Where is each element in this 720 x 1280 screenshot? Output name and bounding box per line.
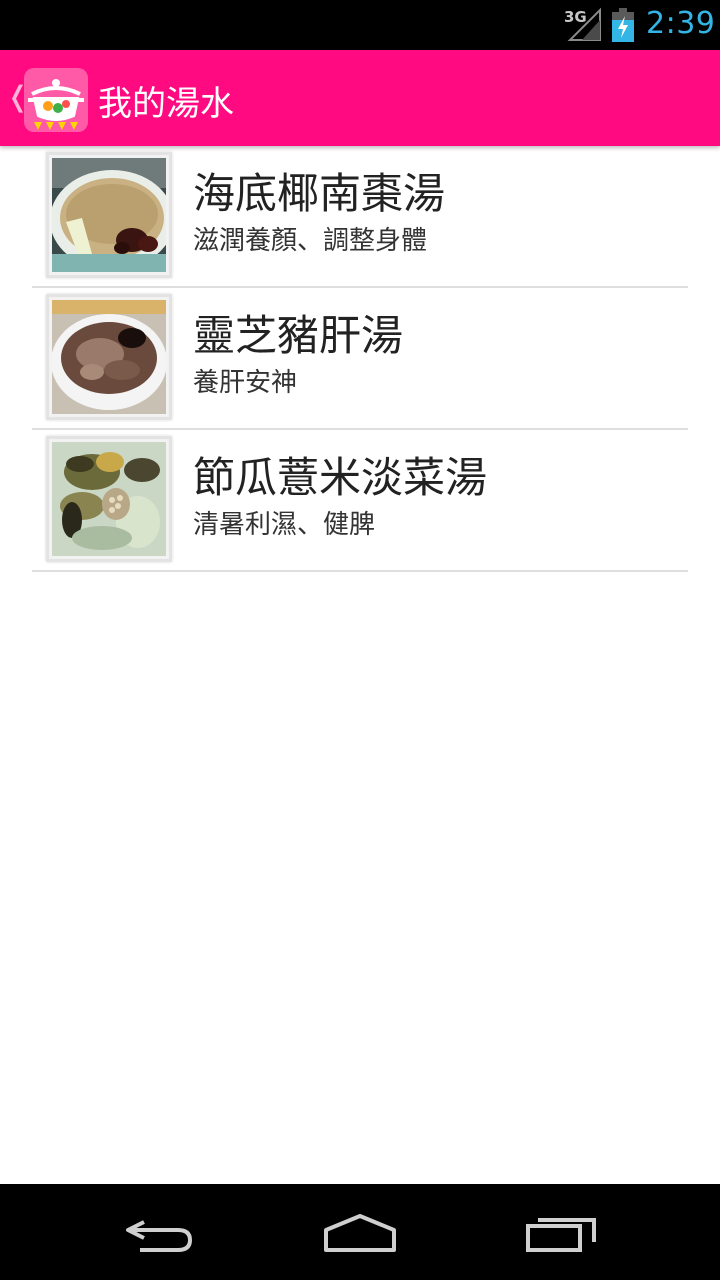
soup-photo bbox=[52, 442, 166, 556]
soup-description: 清暑利濕、健脾 bbox=[193, 510, 376, 540]
soup-description: 滋潤養顏、調整身體 bbox=[193, 226, 428, 256]
action-bar: ❬ 我的湯水 bbox=[0, 50, 720, 146]
thumbnail-frame bbox=[46, 294, 172, 420]
network-type-label: 3G bbox=[564, 8, 587, 26]
soup-description: 養肝安神 bbox=[193, 368, 298, 398]
recent-apps-icon[interactable] bbox=[522, 1208, 602, 1258]
navigation-bar bbox=[0, 1184, 720, 1280]
thumbnail-frame bbox=[46, 152, 172, 278]
list-item[interactable]: 海底椰南棗湯 滋潤養顏、調整身體 bbox=[32, 146, 688, 288]
soup-photo bbox=[52, 300, 166, 414]
soup-title: 海底椰南棗湯 bbox=[193, 169, 446, 218]
soup-title: 節瓜薏米淡菜湯 bbox=[193, 453, 488, 502]
soup-pot-icon[interactable] bbox=[24, 68, 88, 132]
thumbnail-frame bbox=[46, 436, 172, 562]
soup-title: 靈芝豬肝湯 bbox=[193, 311, 404, 360]
soup-photo bbox=[52, 158, 166, 272]
page-title: 我的湯水 bbox=[98, 84, 234, 124]
soup-list: 海底椰南棗湯 滋潤養顏、調整身體 靈芝豬肝湯 養肝安神 節瓜薏米淡菜湯 清暑利濕… bbox=[32, 146, 688, 572]
clock: 2:39 bbox=[646, 6, 716, 41]
home-icon[interactable] bbox=[320, 1208, 400, 1258]
list-item[interactable]: 靈芝豬肝湯 養肝安神 bbox=[32, 288, 688, 430]
back-arrow-icon[interactable] bbox=[120, 1208, 200, 1258]
list-item[interactable]: 節瓜薏米淡菜湯 清暑利濕、健脾 bbox=[32, 430, 688, 572]
battery-charging-icon bbox=[612, 8, 634, 42]
status-bar: 3G 2:39 bbox=[0, 0, 720, 50]
